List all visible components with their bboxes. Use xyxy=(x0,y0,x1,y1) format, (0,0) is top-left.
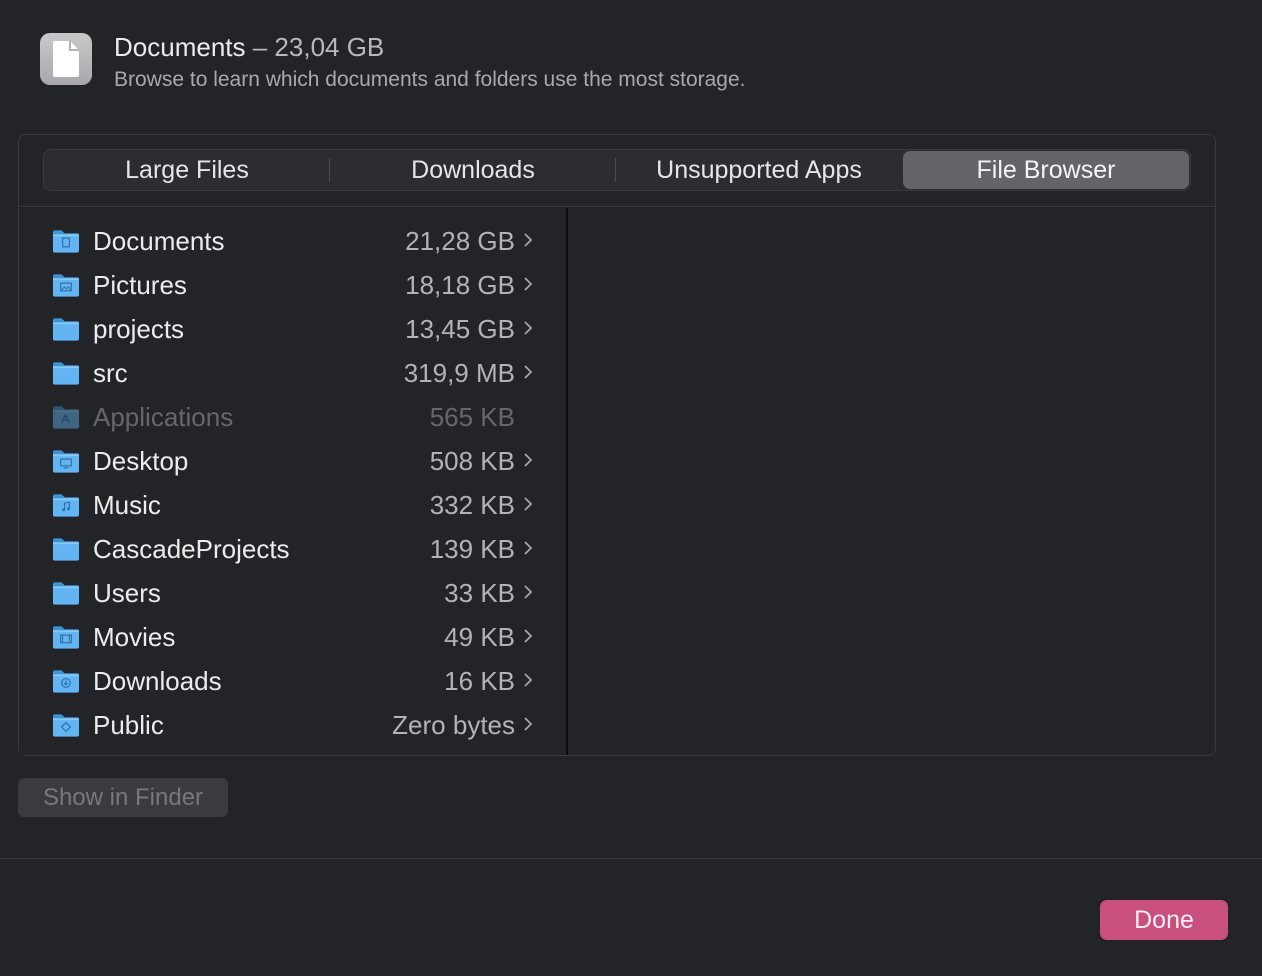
storage-documents-window: Documents – 23,04 GB Browse to learn whi… xyxy=(0,0,1262,976)
chevron-right-icon[interactable] xyxy=(523,448,533,474)
file-size: 49 KB xyxy=(444,621,515,652)
list-item[interactable]: Pictures 18,18 GB xyxy=(19,263,566,307)
file-size: 332 KB xyxy=(429,489,515,520)
folder-icon xyxy=(52,358,80,388)
chevron-right-icon[interactable] xyxy=(523,536,533,562)
file-name: Downloads xyxy=(93,665,222,696)
list-item[interactable]: Downloads 16 KB xyxy=(19,659,566,703)
segmented-control: Large Files Downloads Unsupported Apps F… xyxy=(43,149,1191,191)
file-name: CascadeProjects xyxy=(93,533,290,564)
file-name: projects xyxy=(93,313,185,344)
file-size: 319,9 MB xyxy=(403,357,515,388)
chevron-right-icon[interactable] xyxy=(523,624,533,650)
file-name: Users xyxy=(93,577,161,608)
list-item[interactable]: Music 332 KB xyxy=(19,483,566,527)
documents-folder-icon xyxy=(52,226,80,256)
pictures-folder-icon xyxy=(52,270,80,300)
list-item[interactable]: Movies 49 KB xyxy=(19,615,566,659)
file-name: Music xyxy=(93,489,161,520)
file-size: 139 KB xyxy=(429,533,515,564)
file-size: 13,45 GB xyxy=(405,313,515,344)
folder-icon xyxy=(52,578,80,608)
title-name: Documents xyxy=(114,32,246,62)
file-list: Documents 21,28 GB Pictures 18,18 GB project… xyxy=(19,208,566,755)
list-item[interactable]: projects 13,45 GB xyxy=(19,307,566,351)
chevron-right-icon[interactable] xyxy=(523,492,533,518)
file-name: src xyxy=(93,357,128,388)
applications-folder-icon xyxy=(52,402,80,432)
downloads-folder-icon xyxy=(52,666,80,696)
list-item[interactable]: Users 33 KB xyxy=(19,571,566,615)
file-name: Desktop xyxy=(93,445,189,476)
list-item[interactable]: Documents 21,28 GB xyxy=(19,219,566,263)
chevron-right-icon[interactable] xyxy=(523,668,533,694)
file-size: 16 KB xyxy=(444,665,515,696)
file-size: 18,18 GB xyxy=(405,269,515,300)
music-folder-icon xyxy=(52,490,80,520)
tab-large-files[interactable]: Large Files xyxy=(44,150,330,190)
storage-panel: Large Files Downloads Unsupported Apps F… xyxy=(18,134,1216,756)
file-name: Pictures xyxy=(93,269,187,300)
title-size: 23,04 GB xyxy=(274,32,385,62)
header-text: Documents – 23,04 GB Browse to learn whi… xyxy=(114,33,746,93)
show-in-finder-button[interactable]: Show in Finder xyxy=(18,778,228,817)
page-title: Documents – 23,04 GB xyxy=(114,33,746,61)
chevron-right-icon[interactable] xyxy=(523,316,533,342)
chevron-right-icon[interactable] xyxy=(523,360,533,386)
header: Documents – 23,04 GB Browse to learn whi… xyxy=(40,33,746,93)
file-size: Zero bytes xyxy=(392,709,515,740)
tab-downloads[interactable]: Downloads xyxy=(330,150,616,190)
file-name: Public xyxy=(93,709,164,740)
done-button[interactable]: Done xyxy=(1100,900,1228,940)
document-icon xyxy=(40,33,92,85)
list-item[interactable]: src 319,9 MB xyxy=(19,351,566,395)
file-size: 508 KB xyxy=(429,445,515,476)
file-size: 21,28 GB xyxy=(405,225,515,256)
list-item[interactable]: CascadeProjects 139 KB xyxy=(19,527,566,571)
title-separator: – xyxy=(245,32,275,62)
file-name: Documents xyxy=(93,225,225,256)
chevron-right-icon[interactable] xyxy=(523,272,533,298)
list-item[interactable]: Public Zero bytes xyxy=(19,703,566,747)
chevron-right-icon[interactable] xyxy=(523,712,533,738)
desktop-folder-icon xyxy=(52,446,80,476)
list-item: Applications 565 KB xyxy=(19,395,566,439)
file-size: 565 KB xyxy=(429,401,515,432)
movies-folder-icon xyxy=(52,622,80,652)
file-name: Applications xyxy=(93,401,234,432)
list-item[interactable]: Desktop 508 KB xyxy=(19,439,566,483)
detail-column xyxy=(568,208,1215,755)
tab-file-browser[interactable]: File Browser xyxy=(903,151,1189,189)
folder-icon xyxy=(52,534,80,564)
tabbar: Large Files Downloads Unsupported Apps F… xyxy=(19,135,1215,207)
tab-unsupported-apps[interactable]: Unsupported Apps xyxy=(616,150,902,190)
chevron-right-icon[interactable] xyxy=(523,580,533,606)
chevron-right-icon[interactable] xyxy=(523,228,533,254)
page-subtitle: Browse to learn which documents and fold… xyxy=(114,68,746,91)
public-folder-icon xyxy=(52,710,80,740)
file-size: 33 KB xyxy=(444,577,515,608)
footer-divider xyxy=(0,858,1262,859)
folder-icon xyxy=(52,314,80,344)
file-name: Movies xyxy=(93,621,176,652)
